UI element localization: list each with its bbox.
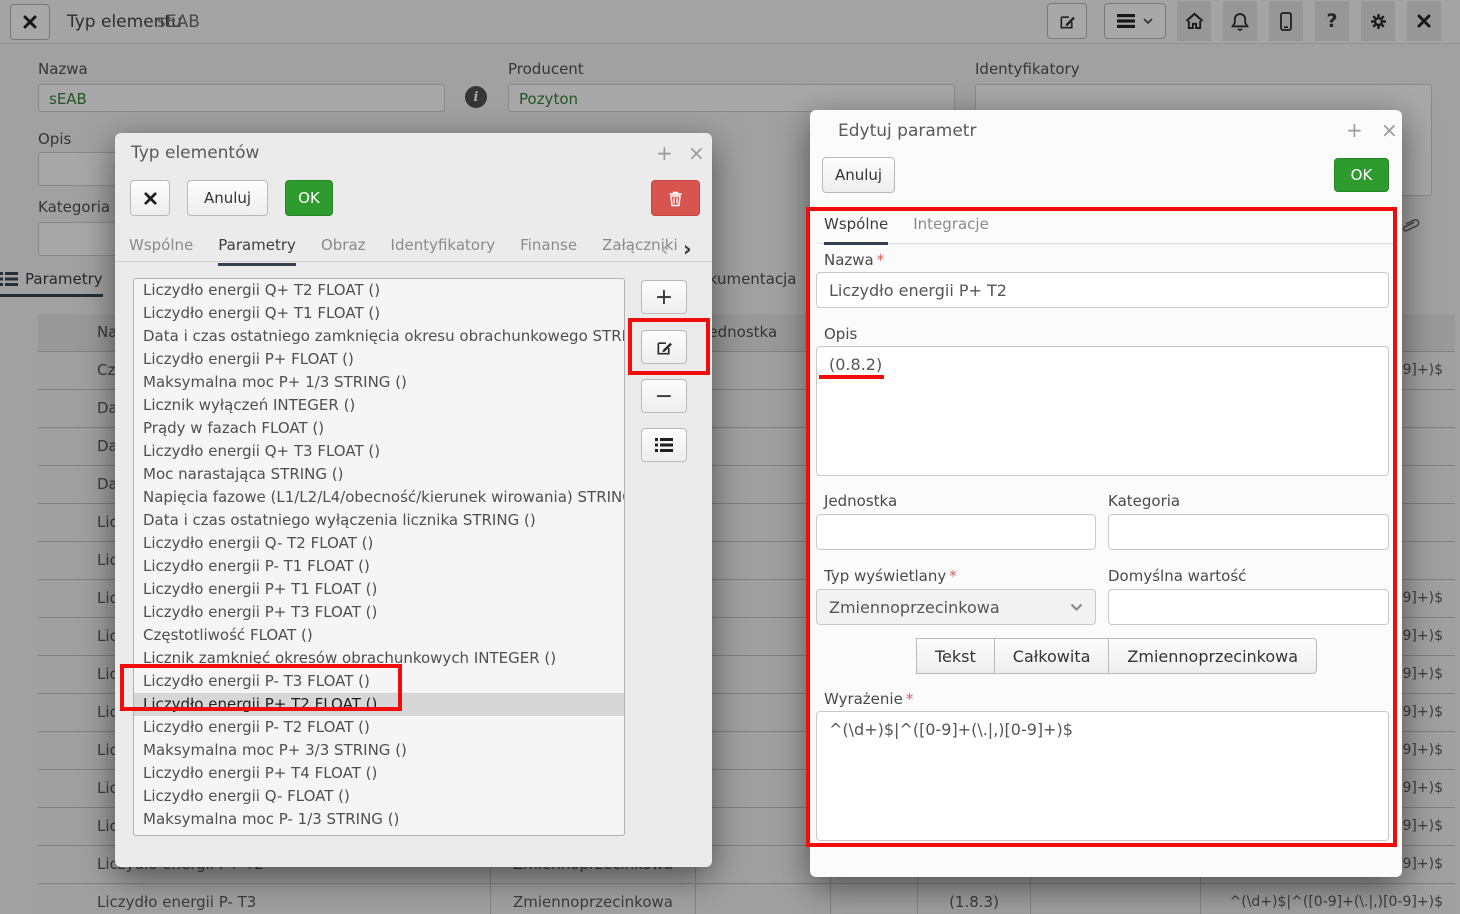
wyrazenie-textarea[interactable]: ^(\d+)$|^([0-9]+(\.|,)[0-9]+)$ [816, 711, 1389, 841]
close-icon [143, 191, 158, 206]
edytuj-parametr-modal: Edytuj parametr + × Anuluj OK Wspólne Int… [810, 110, 1402, 877]
param-list-item[interactable]: Liczydło energii Q- T2 FLOAT () [134, 532, 624, 555]
param-list-item[interactable]: Data i czas ostatniego zamknięcia okresu… [134, 325, 624, 348]
param-list-item[interactable]: Napięcia fazowe (L1/L2/L4/obecność/kieru… [134, 486, 624, 509]
param-list-item[interactable]: Maksymalna moc P+ 3/3 STRING () [134, 739, 624, 762]
param-list-item[interactable]: Maksymalna moc P- 2/3 STRING () [134, 831, 624, 836]
param-list-item[interactable]: Liczydło energii P+ T3 FLOAT () [134, 601, 624, 624]
param-list-item[interactable]: Liczydło energii P+ T2 FLOAT () [134, 693, 624, 716]
typ-wyswietlany-label: Typ wyświetlany* [824, 567, 957, 585]
chevron-down-icon [1070, 603, 1083, 612]
modal-title: Edytuj parametr [838, 121, 976, 141]
required-mark: * [949, 567, 957, 585]
modal-title: Typ elementów [131, 143, 259, 163]
close-icon[interactable]: × [688, 143, 705, 163]
param-list-item[interactable]: Liczydło energii Q+ T3 FLOAT () [134, 440, 624, 463]
add-param-button[interactable]: + [641, 280, 687, 314]
modal-tab[interactable]: Integracje [913, 215, 989, 245]
param-list-item[interactable]: Liczydło energii P+ T4 FLOAT () [134, 762, 624, 785]
trash-icon [668, 190, 683, 207]
wyrazenie-label: Wyrażenie* [824, 690, 913, 708]
modal-tab[interactable]: Wspólne [824, 215, 888, 245]
param-list-item[interactable]: Licznik zamknięć okresów obrachunkowych … [134, 647, 624, 670]
nazwa-input[interactable] [816, 272, 1389, 308]
expand-icon[interactable]: + [1346, 120, 1363, 140]
edit-modal-tabs: Wspólne Integracje [824, 215, 989, 245]
expand-icon[interactable]: + [656, 143, 673, 163]
param-list-item[interactable]: Liczydło energii Q+ T2 FLOAT () [134, 279, 624, 302]
param-list-item[interactable]: Liczydło energii Q+ T1 FLOAT () [134, 302, 624, 325]
tabs-scroll-right-icon[interactable]: › [683, 237, 692, 261]
param-list[interactable]: Liczydło energii Q+ T2 FLOAT ()Liczydło … [133, 278, 625, 836]
jednostka-input[interactable] [816, 514, 1096, 550]
domyslna-wartosc-label: Domyślna wartość [1108, 567, 1246, 585]
opis-label: Opis [824, 325, 857, 343]
tabs-divider [115, 261, 712, 262]
reorder-params-button[interactable] [641, 428, 687, 462]
typ-wyswietlany-select[interactable]: Zmiennoprzecinkowa [816, 589, 1096, 625]
param-list-item[interactable]: Licznik wyłączeń INTEGER () [134, 394, 624, 417]
param-list-item[interactable]: Prądy w fazach FLOAT () [134, 417, 624, 440]
jednostka-label: Jednostka [824, 492, 897, 510]
param-list-item[interactable]: Data i czas ostatniego wyłączenia liczni… [134, 509, 624, 532]
type-option-button[interactable]: Zmiennoprzecinkowa [1108, 638, 1317, 674]
param-list-item[interactable]: Liczydło energii P- T1 FLOAT () [134, 555, 624, 578]
close-x-button[interactable] [130, 180, 170, 216]
nazwa-label: Nazwa* [824, 251, 884, 269]
typ-elementow-modal: Typ elementów + × Anuluj OK WspólneParam… [115, 133, 712, 867]
kategoria-input[interactable] [1108, 514, 1389, 550]
param-list-item[interactable]: Maksymalna moc P+ 1/3 STRING () [134, 371, 624, 394]
delete-button[interactable] [651, 180, 700, 216]
type-button-group: TekstCałkowitaZmiennoprzecinkowa [917, 638, 1317, 674]
param-list-item[interactable]: Częstotliwość FLOAT () [134, 624, 624, 647]
kategoria-label: Kategoria [1108, 492, 1180, 510]
selected-option: Zmiennoprzecinkowa [829, 598, 1000, 617]
cancel-button[interactable]: Anuluj [822, 157, 895, 193]
opis-textarea[interactable]: (0.8.2) [816, 346, 1389, 476]
pencil-square-icon [655, 338, 674, 357]
cancel-button[interactable]: Anuluj [187, 180, 268, 216]
param-list-item[interactable]: Liczydło energii P+ FLOAT () [134, 348, 624, 371]
tabs-scroll-left-icon[interactable]: ‹ [660, 237, 669, 261]
param-list-item[interactable]: Liczydło energii P- T3 FLOAT () [134, 670, 624, 693]
param-list-item[interactable]: Moc narastająca STRING () [134, 463, 624, 486]
list-icon [655, 438, 673, 452]
ok-button[interactable]: OK [1334, 158, 1389, 192]
param-list-item[interactable]: Maksymalna moc P- 1/3 STRING () [134, 808, 624, 831]
ok-button[interactable]: OK [285, 180, 333, 216]
required-mark: * [906, 690, 914, 708]
required-mark: * [877, 251, 885, 269]
param-list-item[interactable]: Liczydło energii P+ T1 FLOAT () [134, 578, 624, 601]
remove-param-button[interactable]: − [641, 379, 687, 413]
screen: Typ elementu sEAB [0, 0, 1460, 914]
type-option-button[interactable]: Tekst [916, 638, 995, 674]
close-icon[interactable]: × [1381, 120, 1398, 140]
domyslna-wartosc-input[interactable] [1108, 589, 1389, 625]
edit-param-button[interactable] [641, 330, 687, 364]
param-list-item[interactable]: Liczydło energii P- T2 FLOAT () [134, 716, 624, 739]
type-option-button[interactable]: Całkowita [994, 638, 1110, 674]
param-list-item[interactable]: Liczydło energii Q- FLOAT () [134, 785, 624, 808]
